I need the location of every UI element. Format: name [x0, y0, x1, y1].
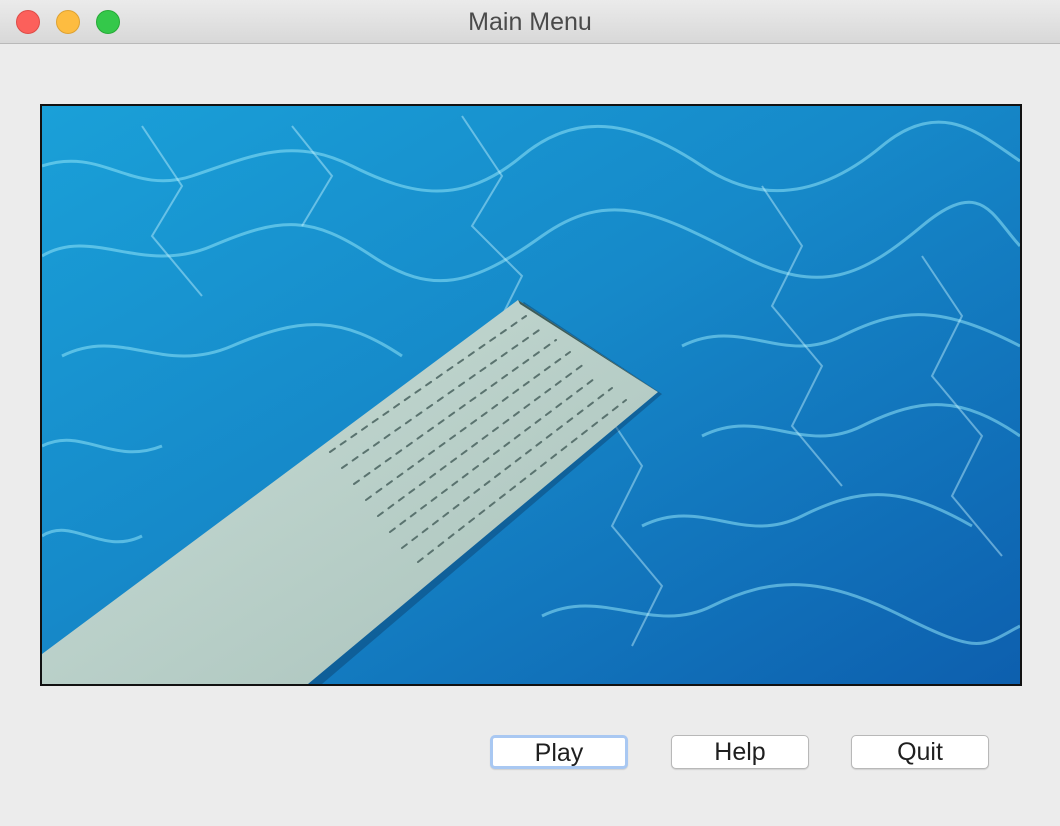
pool-diving-board-illustration — [42, 106, 1020, 684]
play-button[interactable]: Play — [490, 735, 628, 769]
main-menu-window: Main Menu Play Help Quit — [0, 0, 1060, 826]
pool-diving-board-image — [40, 104, 1022, 686]
help-button[interactable]: Help — [671, 735, 809, 769]
window-title: Main Menu — [468, 8, 592, 36]
quit-button[interactable]: Quit — [851, 735, 989, 769]
title-bar[interactable]: Main Menu — [0, 0, 1060, 44]
